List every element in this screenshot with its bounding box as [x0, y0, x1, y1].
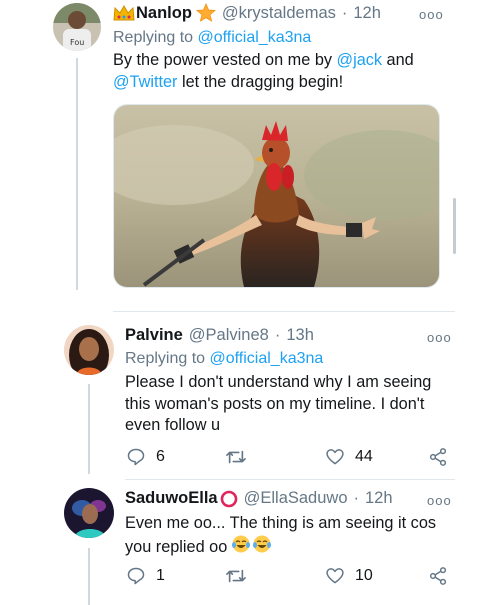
- crown-emoji: [113, 4, 135, 22]
- retweet-icon: [226, 450, 246, 464]
- replying-label: Replying to: [125, 350, 206, 367]
- svg-text:Fou: Fou: [70, 38, 84, 47]
- tweet-saduwoella[interactable]: SaduwoElla @EllaSaduwo · 12h ooo Even me…: [0, 480, 493, 605]
- tears-of-joy-emoji: [231, 534, 251, 560]
- tweet-header: Nanlop @krystaldemas · 12h: [113, 2, 381, 23]
- tears-of-joy-emoji: [252, 534, 272, 560]
- thread-line: [76, 58, 78, 290]
- action-bar: 1 10: [0, 566, 493, 588]
- tweet-text: Even me oo... The thing is am seeing it …: [125, 512, 455, 560]
- rooster-image[interactable]: [113, 104, 440, 288]
- tweet-nanlop[interactable]: Fou Nanlop @krystaldemas · 12h ooo Reply…: [0, 0, 493, 300]
- tweet-text: By the power vested on me by @jack and @…: [113, 50, 443, 93]
- timestamp[interactable]: 13h: [286, 326, 314, 345]
- tweet-header: SaduwoElla @EllaSaduwo · 12h: [125, 489, 393, 508]
- mention-link[interactable]: @official_ka3na: [210, 350, 324, 367]
- text-segment: let the dragging begin!: [177, 72, 344, 91]
- author-name[interactable]: SaduwoElla: [125, 489, 218, 508]
- author-name[interactable]: Palvine: [125, 326, 183, 345]
- more-options-icon[interactable]: ooo: [427, 493, 452, 508]
- replying-label: Replying to: [113, 29, 194, 46]
- separator: ·: [353, 489, 360, 507]
- tweet-header: Palvine @Palvine8 · 13h: [125, 326, 314, 345]
- text-line: even follow u: [125, 416, 221, 434]
- separator: ·: [341, 3, 348, 22]
- red-circle-emoji: [220, 490, 238, 508]
- like-button[interactable]: 10: [325, 566, 373, 586]
- share-icon: [429, 567, 447, 585]
- share-button[interactable]: [428, 566, 448, 586]
- text-line: Even me oo... The thing is am seeing it …: [125, 514, 437, 532]
- replying-to: Replying to @official_ka3na: [125, 350, 323, 368]
- avatar[interactable]: [64, 488, 114, 538]
- author-handle[interactable]: @krystaldemas: [222, 4, 336, 23]
- reply-count: 1: [156, 567, 165, 584]
- author-handle[interactable]: @EllaSaduwo: [244, 489, 348, 508]
- action-bar: 6 44: [0, 447, 493, 469]
- retweet-button[interactable]: [225, 566, 257, 586]
- more-options-icon[interactable]: ooo: [427, 330, 452, 345]
- author-name[interactable]: Nanlop: [136, 4, 192, 23]
- mention-link[interactable]: @jack: [337, 51, 382, 69]
- retweet-button[interactable]: [225, 447, 257, 467]
- avatar[interactable]: [64, 325, 114, 375]
- share-button[interactable]: [428, 447, 448, 467]
- timestamp[interactable]: 12h: [353, 4, 381, 23]
- star-emoji: [195, 2, 216, 23]
- text-segment: By the power vested on me by: [113, 51, 337, 69]
- reply-icon: [127, 448, 145, 466]
- share-icon: [429, 448, 447, 466]
- text-line: this woman's posts on my timeline. I don…: [125, 394, 425, 413]
- text-line: Please I don't understand why I am seein…: [125, 373, 432, 391]
- like-count: 10: [355, 567, 373, 584]
- reply-icon: [127, 567, 145, 585]
- more-options-icon[interactable]: ooo: [419, 7, 444, 22]
- like-button[interactable]: 44: [325, 447, 373, 467]
- tweet-palvine[interactable]: Palvine @Palvine8 · 13h ooo Replying to …: [0, 312, 493, 480]
- avatar[interactable]: Fou: [53, 3, 101, 51]
- reply-button[interactable]: 6: [126, 447, 165, 467]
- retweet-icon: [226, 569, 246, 583]
- text-segment: and: [382, 51, 414, 69]
- reply-button[interactable]: 1: [126, 566, 165, 586]
- tweet-text: Please I don't understand why I am seein…: [125, 372, 455, 437]
- like-count: 44: [355, 448, 373, 465]
- author-handle[interactable]: @Palvine8: [189, 326, 269, 345]
- mention-link[interactable]: @official_ka3na: [198, 29, 312, 46]
- scrollbar[interactable]: [453, 198, 456, 254]
- separator: ·: [274, 326, 281, 344]
- text-line: you replied oo: [125, 538, 228, 556]
- mention-link[interactable]: @Twitter: [113, 73, 177, 91]
- timestamp[interactable]: 12h: [365, 489, 393, 508]
- heart-icon: [326, 568, 344, 584]
- reply-count: 6: [156, 448, 165, 465]
- replying-to: Replying to @official_ka3na: [113, 29, 311, 47]
- heart-icon: [326, 449, 344, 465]
